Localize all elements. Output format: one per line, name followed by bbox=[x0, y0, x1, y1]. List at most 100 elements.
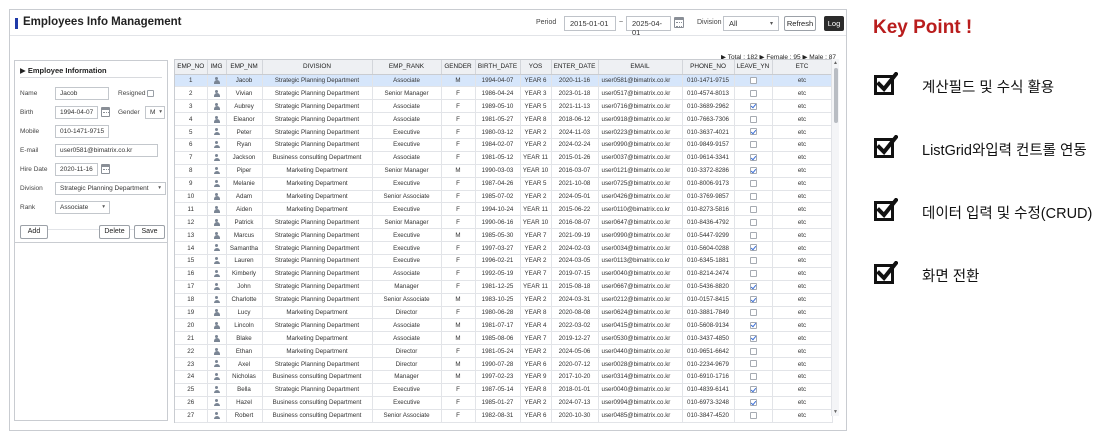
table-row[interactable]: 13 Marcus Strategic Planning Department Exe… bbox=[175, 228, 833, 243]
column-header-emp-rank[interactable]: EMP_RANK bbox=[372, 60, 442, 75]
checkbox-unchecked-icon[interactable] bbox=[749, 115, 757, 123]
checkbox-checked-icon[interactable] bbox=[749, 386, 757, 394]
log-button[interactable]: Log bbox=[824, 16, 844, 31]
column-header-img[interactable]: IMG bbox=[207, 60, 227, 75]
add-button[interactable]: Add bbox=[20, 225, 48, 239]
mobile-input[interactable]: 010-1471-9715 bbox=[55, 125, 109, 138]
checkbox-unchecked-icon[interactable] bbox=[749, 180, 757, 187]
table-row[interactable]: 19 Lucy Marketing Department Director F 1980-… bbox=[175, 306, 833, 320]
table-row[interactable]: 21 Blake Marketing Department Associate M 198… bbox=[175, 331, 833, 346]
checkbox-unchecked-icon[interactable] bbox=[749, 308, 757, 316]
column-header-yos[interactable]: YOS bbox=[520, 60, 552, 75]
table-row[interactable]: 25 Bella Strategic Planning Department Exec… bbox=[175, 383, 833, 397]
checkbox-unchecked-icon[interactable] bbox=[749, 360, 757, 368]
table-row[interactable]: 10 Adam Marketing Department Senior Associa… bbox=[175, 190, 833, 204]
cell-emp-nm: Ryan bbox=[226, 138, 263, 152]
column-header-leave-yn[interactable]: LEAVE_YN bbox=[734, 60, 773, 75]
table-row[interactable]: 23 Axel Strategic Planning Department Direc… bbox=[175, 357, 833, 371]
scroll-thumb[interactable] bbox=[833, 68, 838, 123]
checkbox-checked-icon[interactable] bbox=[749, 283, 757, 291]
table-row[interactable]: 16 Kimberly Strategic Planning Department A… bbox=[175, 267, 833, 281]
checkbox-unchecked-icon[interactable] bbox=[749, 257, 757, 265]
table-row[interactable]: 6 Ryan Strategic Planning Department Execut… bbox=[175, 138, 833, 152]
checkbox-unchecked-icon[interactable] bbox=[749, 218, 757, 226]
period-from-input[interactable]: 2015-01-01 bbox=[564, 16, 616, 31]
table-row[interactable]: 22 Ethan Marketing Department Director F 1981… bbox=[175, 344, 833, 359]
table-row[interactable]: 8 Piper Marketing Department Senior Manager… bbox=[175, 164, 833, 178]
column-header-enter-date[interactable]: ENTER_DATE bbox=[551, 60, 599, 75]
table-row[interactable]: 20 Lincoln Strategic Planning Department As… bbox=[175, 318, 833, 333]
hire-date-input[interactable]: 2020-11-16 bbox=[55, 163, 98, 176]
table-row[interactable]: 3 Aubrey Strategic Planning Department Asso… bbox=[175, 99, 833, 114]
scroll-down-icon[interactable]: ▼ bbox=[833, 409, 838, 415]
checkbox-checked-icon[interactable] bbox=[749, 321, 757, 329]
column-header-birth-date[interactable]: BIRTH_DATE bbox=[475, 60, 521, 75]
checkbox-checked-icon[interactable] bbox=[749, 102, 757, 110]
table-row[interactable]: 7 Jackson Business consulting Department As… bbox=[175, 151, 833, 165]
checkbox-checked-icon[interactable] bbox=[749, 399, 757, 407]
delete-button[interactable]: Delete bbox=[99, 225, 130, 239]
checkbox-checked-icon[interactable] bbox=[749, 296, 757, 304]
table-row[interactable]: 15 Lauren Strategic Planning Department Exe… bbox=[175, 254, 833, 268]
table-row[interactable]: 5 Peter Strategic Planning Department Execu… bbox=[175, 125, 833, 139]
cell-email: user0040@bimatrix.co.kr bbox=[598, 383, 683, 397]
period-to-input[interactable]: 2025-04-01 bbox=[626, 16, 671, 37]
checkbox-unchecked-icon[interactable] bbox=[749, 231, 757, 239]
checkbox-unchecked-icon[interactable] bbox=[749, 347, 757, 355]
table-row[interactable]: 27 Robert Business consulting Department Se… bbox=[175, 409, 833, 423]
grid-scrollbar[interactable]: ▲ ▼ bbox=[831, 59, 839, 416]
checkbox-unchecked-icon[interactable] bbox=[749, 205, 757, 213]
cell-emp-nm: Jacob bbox=[226, 74, 263, 88]
cell-enter-date: 2020-08-08 bbox=[551, 306, 599, 320]
calendar-icon[interactable] bbox=[101, 107, 110, 117]
refresh-button[interactable]: Refresh bbox=[784, 16, 816, 31]
table-row[interactable]: 11 Aiden Marketing Department Executive F 199… bbox=[175, 202, 833, 217]
cell-enter-date: 2016-03-07 bbox=[551, 164, 599, 178]
checkbox-unchecked-icon[interactable] bbox=[749, 76, 757, 84]
column-header-emp-no[interactable]: EMP_NO bbox=[175, 60, 208, 75]
email-input[interactable]: user0581@bimatrix.co.kr bbox=[55, 144, 158, 157]
column-header-gender[interactable]: GENDER bbox=[441, 60, 476, 75]
cell-etc: etc bbox=[772, 396, 833, 410]
checkbox-checked-icon[interactable] bbox=[749, 154, 757, 162]
checkbox-unchecked-icon[interactable] bbox=[749, 192, 757, 200]
checkbox-unchecked-icon[interactable] bbox=[749, 270, 757, 278]
column-header-etc[interactable]: ETC bbox=[772, 60, 833, 75]
cell-phone-no: 010-8214-2474 bbox=[682, 267, 735, 281]
scroll-up-icon[interactable]: ▲ bbox=[833, 60, 838, 66]
division-select[interactable]: Strategic Planning Department ▾ bbox=[55, 182, 166, 195]
name-input[interactable]: Jacob bbox=[55, 87, 109, 100]
table-row[interactable]: 12 Patrick Strategic Planning Department Se… bbox=[175, 215, 833, 230]
checkbox-checked-icon[interactable] bbox=[749, 244, 757, 252]
checkbox-unchecked-icon[interactable] bbox=[749, 412, 757, 420]
column-header-division[interactable]: DIVISION bbox=[262, 60, 373, 75]
cell-emp-nm: Patrick bbox=[226, 215, 263, 230]
rank-select[interactable]: Associate ▾ bbox=[55, 201, 110, 214]
column-header-email[interactable]: EMAIL bbox=[598, 60, 683, 75]
checkbox-unchecked-icon[interactable] bbox=[749, 373, 757, 381]
table-row[interactable]: 9 Melanie Marketing Department Executive F 19… bbox=[175, 177, 833, 191]
table-row[interactable]: 14 Samantha Strategic Planning Department E… bbox=[175, 241, 833, 255]
calendar-icon[interactable] bbox=[101, 164, 110, 174]
checkbox-checked-icon[interactable] bbox=[749, 128, 757, 136]
checkbox-checked-icon[interactable] bbox=[749, 167, 757, 175]
table-row[interactable]: 2 Vivian Strategic Planning Department Seni… bbox=[175, 86, 833, 101]
birth-input[interactable]: 1994-04-07 bbox=[55, 106, 98, 119]
checkbox-checked-icon[interactable] bbox=[749, 334, 757, 342]
checkbox-unchecked-icon[interactable] bbox=[749, 141, 757, 149]
table-row[interactable]: 4 Eleanor Strategic Planning Department Ass… bbox=[175, 112, 833, 127]
calendar-icon[interactable] bbox=[674, 17, 684, 28]
cell-leave-yn bbox=[734, 318, 773, 333]
division-filter-select[interactable]: All ▾ bbox=[723, 16, 779, 31]
column-header-emp-nm[interactable]: EMP_NM bbox=[226, 60, 263, 75]
table-row[interactable]: 17 John Strategic Planning Department Manag… bbox=[175, 280, 833, 294]
save-button[interactable]: Save bbox=[134, 225, 165, 239]
checkbox-unchecked-icon[interactable] bbox=[749, 89, 757, 97]
table-row[interactable]: 18 Charlotte Strategic Planning Department… bbox=[175, 293, 833, 307]
resigned-checkbox[interactable] bbox=[147, 90, 154, 97]
table-row[interactable]: 1 Jacob Strategic Planning Department Assoc… bbox=[175, 74, 833, 88]
column-header-phone-no[interactable]: PHONE_NO bbox=[682, 60, 735, 75]
table-row[interactable]: 24 Nicholas Business consulting Department… bbox=[175, 370, 833, 384]
table-row[interactable]: 26 Hazel Business consulting Department Exe… bbox=[175, 396, 833, 410]
gender-select[interactable]: M ▾ bbox=[145, 106, 165, 119]
